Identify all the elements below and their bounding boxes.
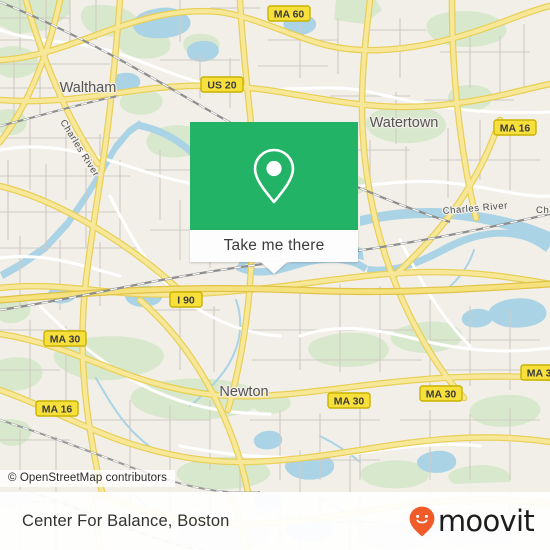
route-shield: US 20 xyxy=(200,76,244,93)
route-shield: MA 30 xyxy=(327,392,371,409)
svg-text:Cha: Cha xyxy=(536,205,550,216)
take-me-there-button[interactable]: Take me there xyxy=(190,230,358,262)
map-pin-icon xyxy=(253,148,295,204)
map-label-water: ChaCha xyxy=(535,204,550,218)
map-label-city: NewtonNewton xyxy=(218,383,270,402)
svg-text:MA 60: MA 60 xyxy=(274,8,305,20)
map-label-city: WalthamWaltham xyxy=(58,79,117,98)
take-me-there-label: Take me there xyxy=(223,237,325,254)
route-shield: MA 60 xyxy=(267,5,311,22)
svg-text:Newton: Newton xyxy=(219,384,268,400)
osm-attribution-text: © OpenStreetMap contributors xyxy=(8,472,167,484)
svg-text:MA 30: MA 30 xyxy=(426,388,457,400)
moovit-smiley-pin-icon xyxy=(409,506,435,537)
svg-text:I 90: I 90 xyxy=(177,294,195,306)
moovit-logo[interactable]: moovit xyxy=(409,504,535,538)
callout-pointer-tail xyxy=(261,262,287,274)
svg-text:US 20: US 20 xyxy=(207,79,236,91)
destination-callout-card[interactable]: Take me there xyxy=(190,122,358,274)
svg-text:MA 30: MA 30 xyxy=(527,367,550,379)
route-shield: I 90 xyxy=(169,291,203,308)
route-shield: MA 30 xyxy=(520,364,550,381)
osm-attribution[interactable]: © OpenStreetMap contributors xyxy=(0,470,175,487)
route-shield: MA 30 xyxy=(419,385,463,402)
callout-card-header xyxy=(190,122,358,230)
moovit-wordmark: moovit xyxy=(437,504,535,538)
moovit-map-screenshot: Waltham Waltham Watertown Watertown Newton Ne… xyxy=(0,0,550,550)
svg-text:MA 30: MA 30 xyxy=(50,333,81,345)
place-title: Center For Balance, Boston xyxy=(22,511,230,530)
svg-text:Waltham: Waltham xyxy=(60,80,117,96)
route-shield: MA 16 xyxy=(35,400,79,417)
route-shield: MA 30 xyxy=(43,330,87,347)
svg-text:MA 30: MA 30 xyxy=(334,395,365,407)
route-shield: MA 16 xyxy=(493,119,537,136)
footer-bar: Center For Balance, Boston moovit xyxy=(0,492,550,550)
map-label-city: WatertownWatertown xyxy=(368,114,439,133)
svg-text:Watertown: Watertown xyxy=(370,115,439,131)
svg-text:MA 16: MA 16 xyxy=(42,403,73,415)
svg-text:MA 16: MA 16 xyxy=(500,122,531,134)
